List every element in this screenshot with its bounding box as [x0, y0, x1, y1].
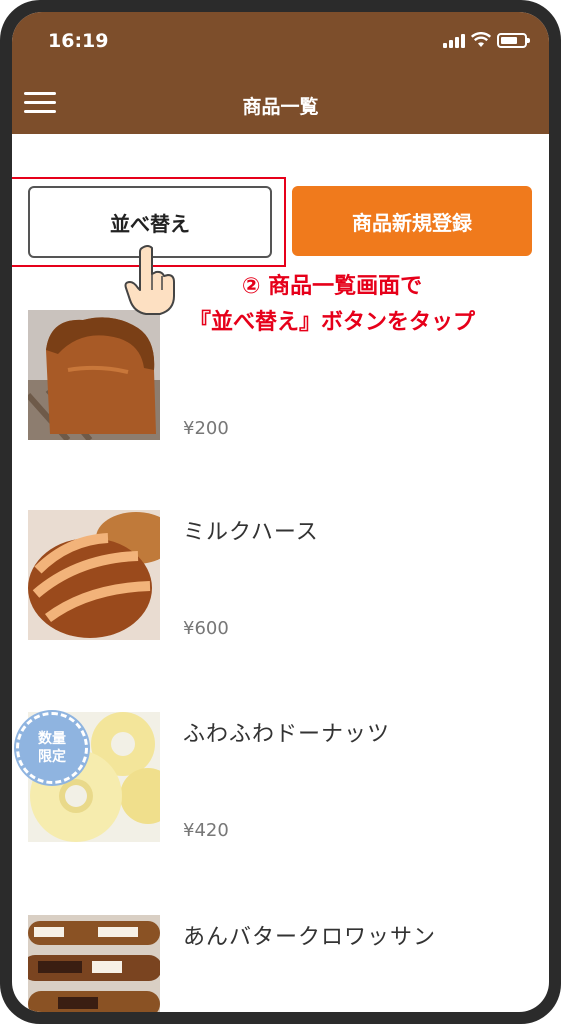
product-name: ふわふわドーナッツ — [183, 722, 391, 747]
page-title: 商品一覧 — [242, 96, 319, 118]
status-icons — [443, 32, 530, 48]
product-image-croissant — [28, 915, 160, 1012]
app-screen: 16:19 商品一覧 並べ替え 商品新規登録 ② 商品一覧画面で 『並べ替え』ボ… — [12, 12, 549, 1012]
wifi-icon — [471, 32, 491, 47]
phone-frame: 16:19 商品一覧 並べ替え 商品新規登録 ② 商品一覧画面で 『並べ替え』ボ… — [0, 0, 561, 1024]
badge-line-2: 限定 — [38, 749, 66, 765]
product-image-bread-loaf — [28, 310, 160, 440]
product-item[interactable]: ふわふわドーナッツ ¥420 — [28, 712, 538, 852]
product-name: あんバタークロワッサン — [183, 925, 437, 950]
tap-hand-icon — [124, 245, 175, 315]
signal-icon — [443, 34, 465, 48]
product-image-milk-hearth-bread — [28, 510, 160, 640]
product-item[interactable]: ミルクハース ¥600 — [28, 510, 538, 650]
product-item[interactable]: あんバタークロワッサン — [28, 915, 538, 1012]
badge-line-1: 数量 — [38, 731, 66, 747]
limited-quantity-badge: 数量 限定 — [16, 712, 88, 784]
product-name: ミルクハース — [183, 520, 319, 545]
annotation-line-1: ② 商品一覧画面で — [241, 274, 423, 299]
status-time: 16:19 — [48, 30, 109, 52]
app-header: 16:19 商品一覧 — [12, 12, 549, 134]
product-price: ¥600 — [183, 618, 229, 639]
battery-icon — [497, 33, 530, 48]
product-item[interactable]: ¥200 — [28, 310, 538, 450]
product-price: ¥420 — [183, 820, 229, 841]
product-price: ¥200 — [183, 418, 229, 439]
new-product-button[interactable]: 商品新規登録 — [292, 186, 532, 256]
